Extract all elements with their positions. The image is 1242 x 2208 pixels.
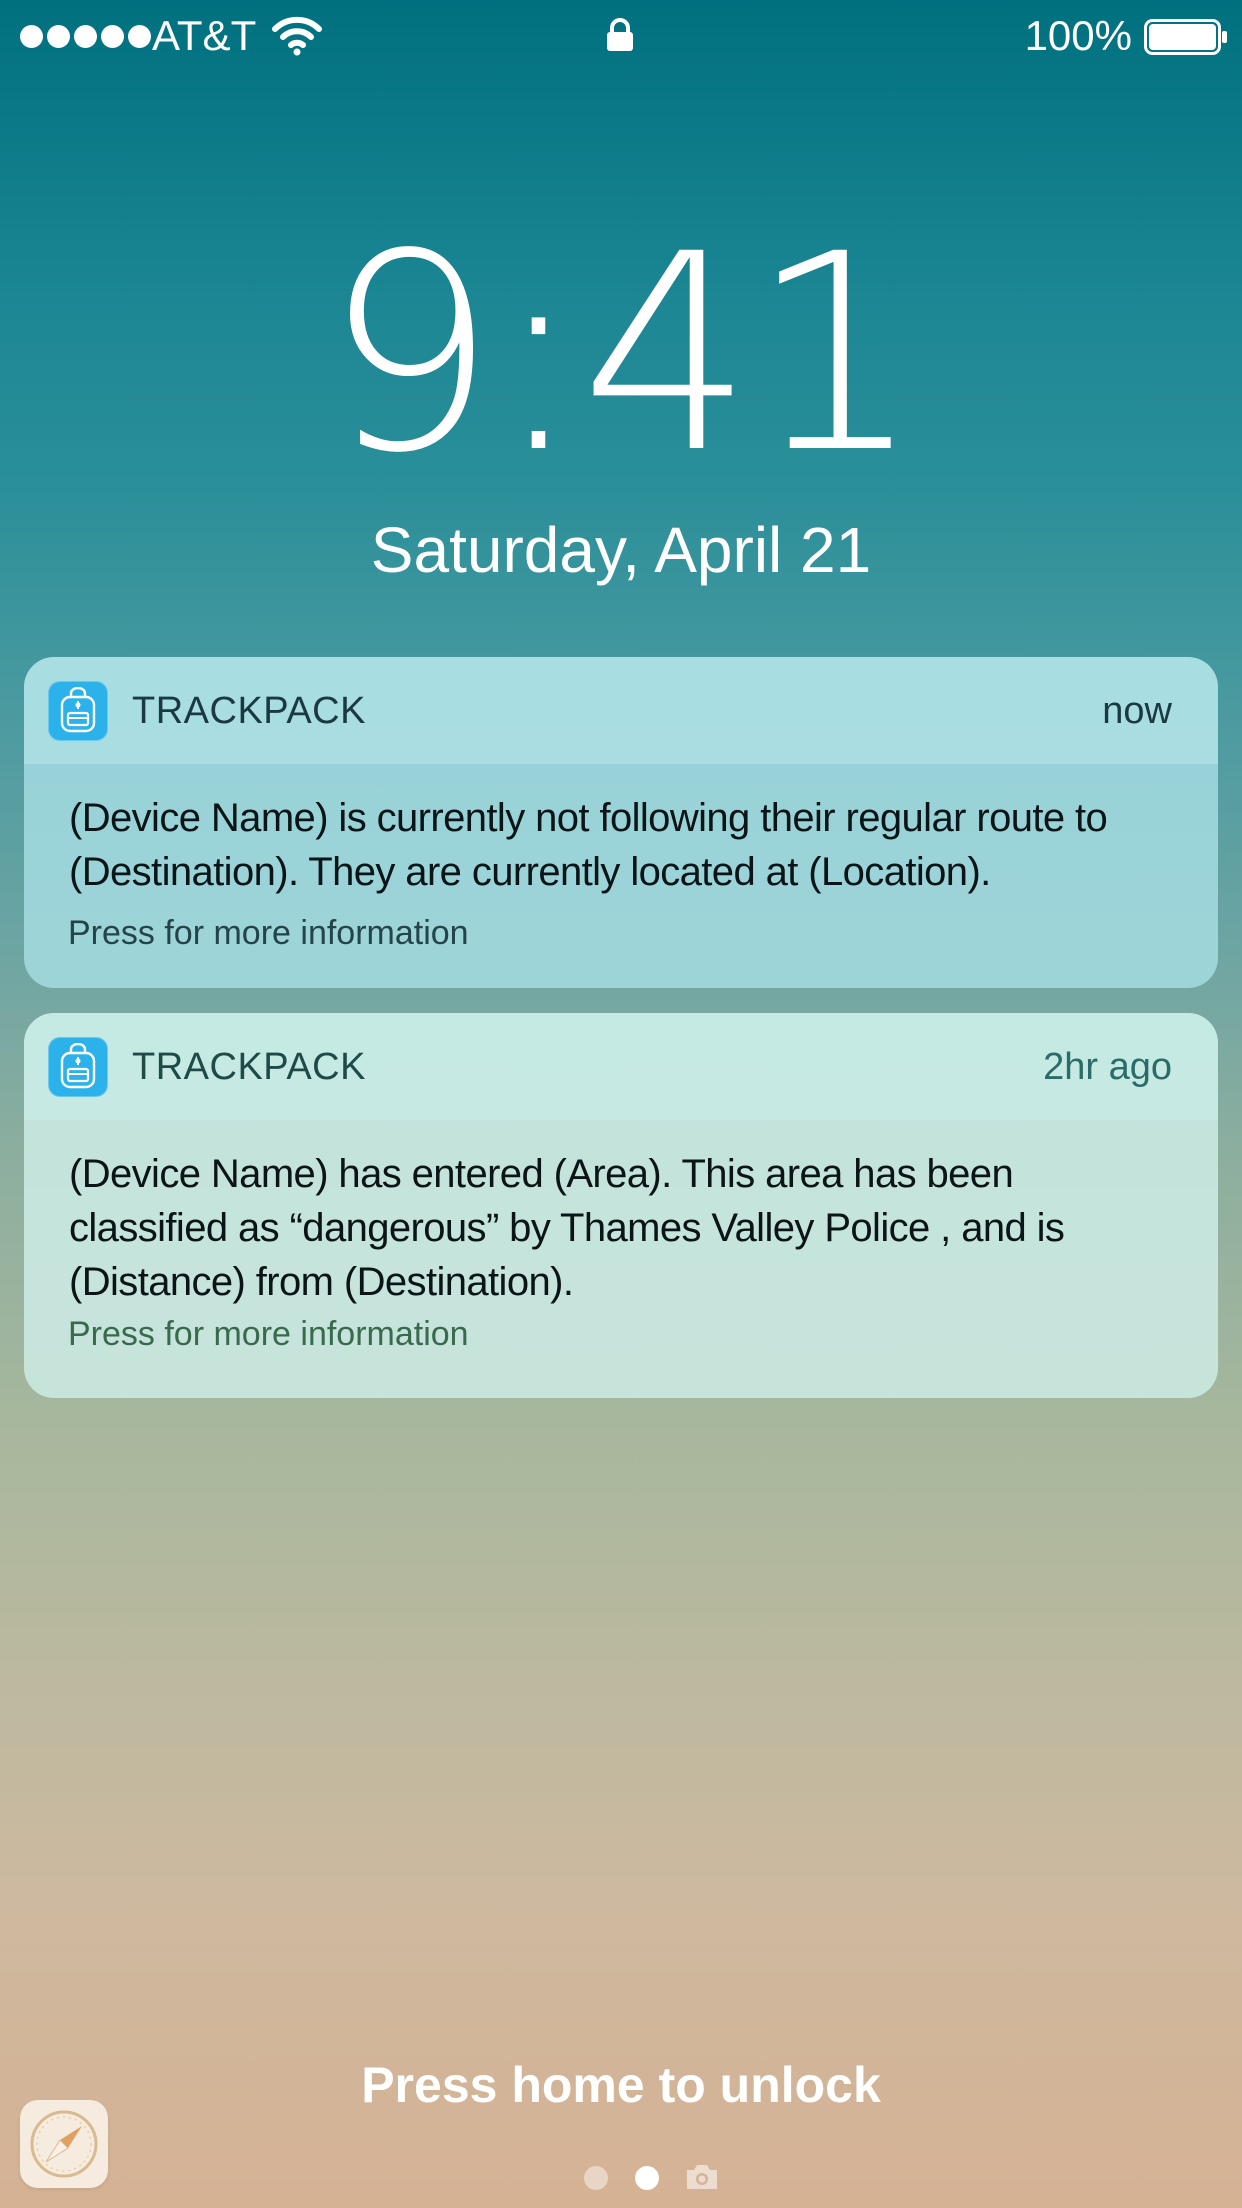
backpack-icon [48,1037,108,1097]
notification-card[interactable]: TRACKPACK now (Device Name) is currently… [24,657,1218,988]
notification-more-info: Press for more information [68,914,469,952]
lock-screen-date: Saturday, April 21 [370,514,872,586]
signal-dot [47,25,70,48]
page-dot-active[interactable] [635,2166,659,2190]
notification-app-name: TRACKPACK [132,690,366,732]
page-dot[interactable] [584,2166,608,2190]
notification-time: 2hr ago [1043,1046,1172,1088]
signal-dot [20,25,43,48]
signal-strength-icon [20,25,151,48]
notification-card[interactable]: TRACKPACK 2hr ago (Device Name) has ente… [24,1013,1218,1398]
lock-screen-time: 9:41 [323,197,923,513]
page-indicator [0,2163,1242,2193]
backpack-icon [48,681,108,741]
battery-percentage: 100% [1024,12,1132,59]
lock-icon [605,18,635,52]
camera-icon[interactable] [685,2163,719,2191]
unlock-hint: Press home to unlock [361,2057,881,2113]
battery-icon [1144,19,1228,55]
notification-message: (Device Name) is currently not following… [69,796,1108,894]
notification-header: TRACKPACK 2hr ago [24,1013,1218,1120]
notification-more-info: Press for more information [68,1315,469,1353]
notification-app-name: TRACKPACK [132,1046,366,1088]
status-bar: AT&T 100% [0,0,1242,72]
notification-message: (Device Name) has entered (Area). This a… [69,1152,1065,1304]
wifi-icon [272,16,322,56]
signal-dot [128,25,151,48]
signal-dot [74,25,97,48]
signal-dot [101,25,124,48]
notification-header: TRACKPACK now [24,657,1218,764]
notification-time: now [1102,690,1172,732]
carrier-name: AT&T [152,12,257,59]
